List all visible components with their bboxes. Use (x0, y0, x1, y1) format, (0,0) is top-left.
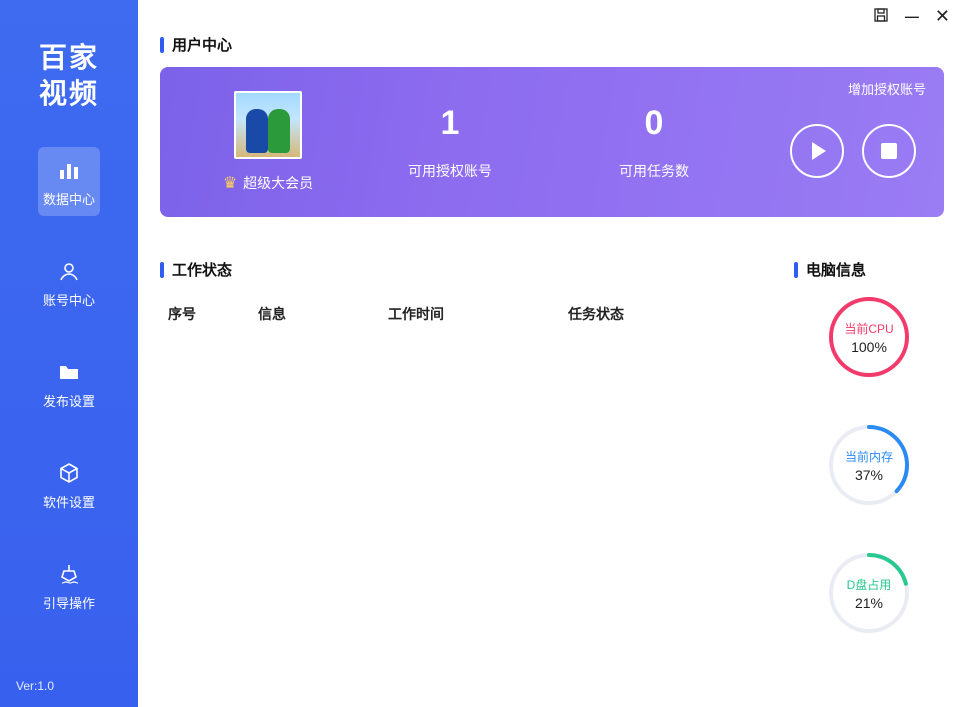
stat-caption: 可用授权账号 (408, 161, 492, 181)
sidebar-item-label: 软件设置 (43, 492, 95, 511)
user-icon (56, 258, 82, 284)
sidebar-item-account[interactable]: 账号中心 (38, 248, 100, 317)
version-label: Ver:1.0 (0, 679, 54, 693)
sidebar-item-guide[interactable]: 引导操作 (38, 551, 100, 620)
section-bar-icon (160, 37, 164, 53)
col-index: 序号 (168, 304, 258, 324)
sidebar-nav: 数据中心 账号中心 发布设置 软件设置 (0, 147, 138, 620)
gauge-cpu: 当前CPU 100% (824, 292, 914, 382)
play-icon (812, 142, 826, 160)
user-center-card: 增加授权账号 ♛ 超级大会员 1 可用授权账号 0 可用任务数 (160, 67, 944, 217)
minimize-icon[interactable]: — (905, 9, 919, 23)
sidebar-item-publish[interactable]: 发布设置 (38, 349, 100, 418)
stop-icon (881, 143, 897, 159)
col-time: 工作时间 (388, 304, 568, 324)
play-button[interactable] (790, 124, 844, 178)
gauge-memory: 当前内存 37% (824, 420, 914, 510)
content: 用户中心 增加授权账号 ♛ 超级大会员 1 可用授权账号 0 可 (138, 32, 966, 707)
add-auth-account-link[interactable]: 增加授权账号 (848, 79, 926, 98)
logo-line1: 百家 (39, 40, 99, 76)
section-user-center: 用户中心 (160, 34, 944, 55)
lower-row: 工作状态 序号 信息 工作时间 任务状态 电脑信息 (160, 237, 944, 638)
sidebar-item-software[interactable]: 软件设置 (38, 450, 100, 519)
gauge-list: 当前CPU 100% 当前内存 37% (794, 292, 944, 638)
boat-icon (56, 561, 82, 587)
app-root: 百家 视频 数据中心 账号中心 发布设置 (0, 0, 966, 707)
save-icon[interactable] (873, 7, 889, 25)
stat-value: 0 (645, 104, 664, 143)
sidebar-item-label: 发布设置 (43, 391, 95, 410)
sidebar-item-label: 账号中心 (43, 290, 95, 309)
hero-user-block: ♛ 超级大会员 (188, 67, 348, 217)
app-logo: 百家 视频 (39, 40, 99, 113)
sidebar: 百家 视频 数据中心 账号中心 发布设置 (0, 0, 138, 707)
folder-icon (56, 359, 82, 385)
gauge-label: 当前内存 (845, 448, 893, 465)
logo-line2: 视频 (39, 76, 99, 112)
stat-auth-accounts: 1 可用授权账号 (348, 67, 552, 217)
titlebar: — ✕ (138, 0, 966, 32)
section-bar-icon (794, 262, 798, 278)
gauge-label: 当前CPU (844, 320, 893, 337)
table-header: 序号 信息 工作时间 任务状态 (160, 292, 768, 336)
gauge-value: 21% (855, 595, 883, 611)
col-info: 信息 (258, 304, 388, 324)
member-label: 超级大会员 (243, 173, 313, 193)
sidebar-item-label: 引导操作 (43, 593, 95, 612)
section-bar-icon (160, 262, 164, 278)
col-status: 任务状态 (568, 304, 760, 324)
gauge-value: 37% (855, 467, 883, 483)
stat-value: 1 (441, 104, 460, 143)
section-title-text: 工作状态 (172, 259, 232, 280)
bar-chart-icon (56, 157, 82, 183)
section-title-text: 电脑信息 (806, 259, 866, 280)
cube-icon (56, 460, 82, 486)
main-area: — ✕ 用户中心 增加授权账号 ♛ 超级大会员 1 可用授 (138, 0, 966, 707)
stat-tasks: 0 可用任务数 (552, 67, 756, 217)
work-status-panel: 工作状态 序号 信息 工作时间 任务状态 (160, 237, 768, 638)
gauge-disk: D盘占用 21% (824, 548, 914, 638)
section-work-status: 工作状态 (160, 259, 768, 280)
section-pc-info: 电脑信息 (794, 259, 944, 280)
stop-button[interactable] (862, 124, 916, 178)
avatar[interactable] (234, 91, 302, 159)
crown-icon: ♛ (223, 173, 237, 193)
section-title-text: 用户中心 (172, 34, 232, 55)
gauge-value: 100% (851, 339, 887, 355)
close-icon[interactable]: ✕ (935, 7, 950, 25)
sidebar-item-label: 数据中心 (43, 189, 95, 208)
member-row: ♛ 超级大会员 (223, 173, 313, 193)
stat-caption: 可用任务数 (619, 161, 689, 181)
sidebar-item-data[interactable]: 数据中心 (38, 147, 100, 216)
gauge-label: D盘占用 (847, 576, 892, 593)
pc-info-panel: 电脑信息 当前CPU 100% (794, 237, 944, 638)
